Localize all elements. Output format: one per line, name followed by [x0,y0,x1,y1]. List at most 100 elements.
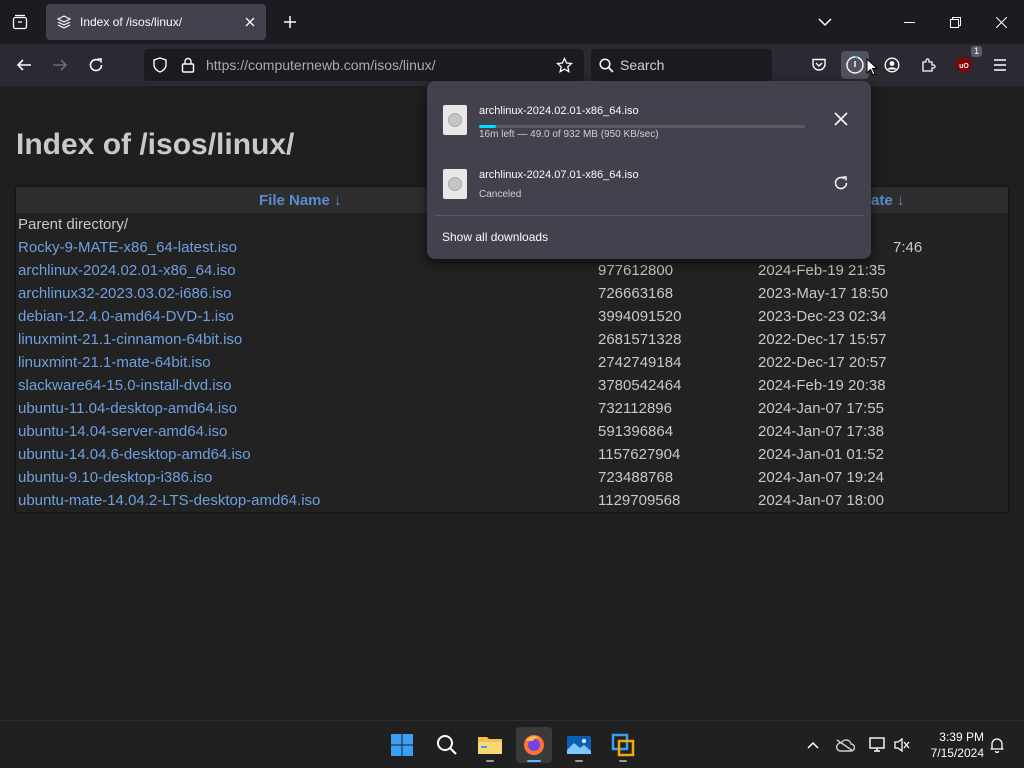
restore-icon [949,16,961,28]
file-date: 2022-Dec-17 20:57 [758,354,887,371]
file-link[interactable]: ubuntu-14.04-server-amd64.iso [18,423,227,440]
file-size: 726663168 [598,285,674,302]
search-bar[interactable]: Search [591,49,772,81]
url-bar[interactable]: https://computernewb.com/isos/linux/ [144,49,584,81]
file-date: 2024-Jan-01 01:52 [758,446,884,463]
file-size: 1129709568 [598,492,681,509]
hamburger-menu-icon [994,59,1006,71]
file-name-column-header[interactable]: File Name ↓ [259,192,342,209]
close-icon [834,112,848,126]
lock-icon[interactable] [174,51,202,79]
close-window-button[interactable] [978,0,1024,44]
download-progress-bar [479,125,805,128]
list-all-tabs-button[interactable] [8,10,32,34]
show-all-downloads-link[interactable]: Show all downloads [442,230,548,244]
file-date: 2024-Feb-19 21:35 [758,262,886,279]
file-date: 2024-Feb-19 20:38 [758,377,886,394]
close-icon [995,16,1007,28]
app-menu-button[interactable] [986,51,1014,79]
reload-button[interactable] [82,51,110,79]
file-date: 2024-Jan-07 17:38 [758,423,884,440]
table-row: debian-12.4.0-amd64-DVD-1.iso 3994091520… [18,306,1006,329]
file-link[interactable]: linuxmint-21.1-mate-64bit.iso [18,354,211,371]
table-row: ubuntu-9.10-desktop-i386.iso 723488768 2… [18,467,1006,490]
downloads-button[interactable] [841,51,869,79]
url-text[interactable]: https://computernewb.com/isos/linux/ [206,57,550,73]
show-hidden-icons-button[interactable] [801,733,825,757]
iso-file-icon [443,105,467,135]
list-tabs-chevron-icon[interactable] [812,10,838,34]
back-button[interactable] [10,51,38,79]
new-tab-button[interactable] [278,10,302,34]
onedrive-icon[interactable] [833,733,857,757]
network-icon[interactable] [865,733,889,757]
extensions-button[interactable] [914,51,942,79]
table-row: archlinux32-2023.03.02-i686.iso 72666316… [18,283,1006,306]
ublock-shield-icon: uO [957,57,971,73]
file-size: 591396864 [598,423,674,440]
file-link[interactable]: slackware64-15.0-install-dvd.iso [18,377,231,394]
file-size: 1157627904 [598,446,681,463]
folder-icon [478,737,502,754]
ublock-origin-button[interactable]: uO 1 [950,46,982,79]
download-item[interactable]: archlinux-2024.02.01-x86_64.iso 16m left… [435,89,863,151]
photos-app-button[interactable] [561,727,597,763]
bookmark-star-icon[interactable] [550,51,578,79]
retry-icon [834,176,848,190]
forward-button[interactable] [46,51,74,79]
virtualbox-button[interactable] [605,727,641,763]
notifications-button[interactable] [985,733,1009,757]
firefox-icon [524,735,544,755]
file-link[interactable]: Rocky-9-MATE-x86_64-latest.iso [18,239,237,256]
download-status: 16m left — 49.0 of 932 MB (950 KB/sec) [479,129,659,140]
bell-icon [990,738,1004,753]
table-row: archlinux-2024.02.01-x86_64.iso 97761280… [18,260,1006,283]
download-item[interactable]: archlinux-2024.07.01-x86_64.iso Canceled [435,153,863,215]
restore-button[interactable] [932,0,978,44]
iso-file-icon [443,169,467,199]
panel-separator [435,215,863,216]
file-size: 3780542464 [598,377,682,394]
parent-directory-link[interactable]: Parent directory/ [18,216,128,233]
file-size: 2742749184 [598,354,682,371]
file-link[interactable]: linuxmint-21.1-cinnamon-64bit.iso [18,331,242,348]
account-button[interactable] [878,51,906,79]
file-explorer-button[interactable] [472,727,508,763]
date-column-header[interactable]: ate ↓ [871,192,904,209]
tab-index-of-isos-linux[interactable]: Index of /isos/linux/ [46,4,266,40]
pocket-button[interactable] [805,51,833,79]
system-clock[interactable]: 3:39 PM 7/15/2024 [920,729,984,761]
minimize-icon [903,21,915,23]
retry-download-button[interactable] [827,169,855,197]
search-placeholder: Search [620,57,665,73]
minimize-button[interactable] [886,0,932,44]
download-filename: archlinux-2024.07.01-x86_64.iso [479,169,639,181]
file-date: 2024-Jan-07 18:00 [758,492,884,509]
download-progress-fill [479,125,497,128]
puzzle-piece-icon [922,58,936,72]
reload-icon [89,58,103,72]
table-row: slackware64-15.0-install-dvd.iso 3780542… [18,375,1006,398]
file-link[interactable]: ubuntu-9.10-desktop-i386.iso [18,469,212,486]
file-size: 3994091520 [598,308,682,325]
search-taskbar-button[interactable] [429,727,465,763]
clock-time: 3:39 PM [939,730,984,744]
file-link[interactable]: ubuntu-11.04-desktop-amd64.iso [18,400,237,417]
file-link[interactable]: ubuntu-mate-14.04.2-LTS-desktop-amd64.is… [18,492,320,509]
cancel-download-button[interactable] [827,105,855,133]
virtual-machine-icon [611,733,635,757]
volume-muted-icon[interactable] [890,733,914,757]
file-link[interactable]: archlinux-2024.02.01-x86_64.iso [18,262,236,279]
firefox-taskbar-button[interactable] [516,727,552,763]
file-link[interactable]: debian-12.4.0-amd64-DVD-1.iso [18,308,234,325]
file-date: 2024-Jan-07 17:55 [758,400,884,417]
file-link[interactable]: ubuntu-14.04.6-desktop-amd64.iso [18,446,251,463]
download-progress-icon [846,55,864,74]
pocket-icon [812,58,826,71]
tracking-protection-shield-icon[interactable] [146,51,174,79]
svg-text:uO: uO [959,63,969,70]
file-link[interactable]: archlinux32-2023.03.02-i686.iso [18,285,231,302]
start-button[interactable] [384,727,420,763]
close-tab-icon[interactable] [240,12,260,32]
file-size: 2681571328 [598,331,682,348]
